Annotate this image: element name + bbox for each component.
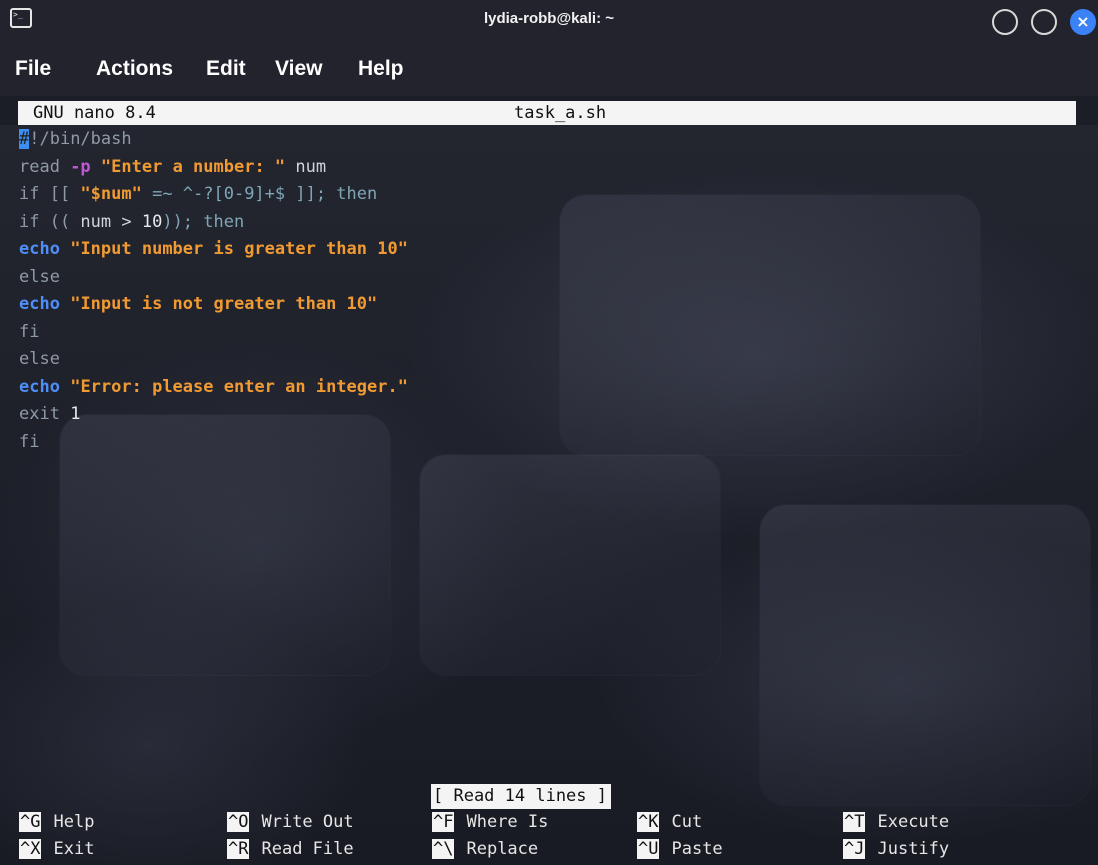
code-token: )); then <box>162 211 245 232</box>
shortcut-label: Justify <box>877 839 950 859</box>
shortcut-key: ^J <box>843 839 866 859</box>
code-token: num <box>285 156 327 177</box>
code-line: else <box>19 346 408 374</box>
shortcut-key: ^O <box>227 812 250 832</box>
code-token: "Enter a number: " <box>100 156 286 177</box>
menu-edit[interactable]: Edit <box>206 57 246 81</box>
menu-file[interactable]: File <box>15 57 51 81</box>
code-line: else <box>19 264 408 292</box>
nano-header-bar: GNU nano 8.4 task_a.sh <box>18 101 1076 125</box>
shortcut-label: Paste <box>671 839 723 859</box>
shortcut-justify[interactable]: ^J Justify <box>843 837 949 862</box>
code-line: echo "Input number is greater than 10" <box>19 236 408 264</box>
code-token: fi <box>19 431 40 452</box>
shortcut-key: ^T <box>843 812 866 832</box>
shortcut-key: ^R <box>227 839 250 859</box>
code-token: else <box>19 266 60 287</box>
editor-text-area[interactable]: #!/bin/bash read -p "Enter a number: " nu… <box>19 126 408 456</box>
maximize-button[interactable] <box>1031 9 1057 35</box>
shortcut-label: Help <box>53 812 95 832</box>
code-line: echo "Error: please enter an integer." <box>19 374 408 402</box>
shortcut-label: Replace <box>466 839 539 859</box>
code-line: echo "Input is not greater than 10" <box>19 291 408 319</box>
code-token: 1 <box>70 404 81 424</box>
shortcut-label: Read File <box>261 839 354 859</box>
code-line: fi <box>19 429 408 457</box>
shortcut-key: ^G <box>19 812 42 832</box>
wallpaper-key-shape <box>420 455 720 675</box>
code-token: read <box>19 156 71 177</box>
shortcut-label: Write Out <box>261 812 354 832</box>
code-token: !/bin/bash <box>29 129 132 149</box>
shortcut-paste[interactable]: ^U Paste <box>637 837 723 862</box>
shortcut-label: Where Is <box>466 812 549 832</box>
shortcut-key: ^X <box>19 839 42 859</box>
shortcut-write-out[interactable]: ^O Write Out <box>227 810 354 835</box>
minimize-button[interactable] <box>992 9 1018 35</box>
menu-bar: File Actions Edit View Help <box>0 50 1098 96</box>
code-token: if (( <box>19 211 81 232</box>
shortcut-key: ^K <box>637 812 660 832</box>
shortcut-label: Cut <box>671 812 703 832</box>
code-token: exit <box>19 404 71 424</box>
code-token: "$num" <box>80 184 142 204</box>
code-line: read -p "Enter a number: " num <box>19 154 408 182</box>
file-name: task_a.sh <box>514 103 607 123</box>
window-titlebar[interactable]: >_ lydia-robb@kali: ~ × <box>0 0 1098 50</box>
code-token: "Error: please enter an integer." <box>70 376 408 397</box>
code-token: if [[ <box>19 184 81 204</box>
code-token: =~ ^-?[0-9]+$ ]]; then <box>141 184 378 204</box>
code-token: echo <box>19 294 60 314</box>
window-title: lydia-robb@kali: ~ <box>483 10 615 27</box>
code-line: if (( num > 10)); then <box>19 209 408 237</box>
shortcut-help[interactable]: ^G Help <box>19 810 94 835</box>
code-token: "Input is not greater than 10" <box>70 294 378 314</box>
code-token: 10 <box>141 211 163 232</box>
shortcut-key: ^U <box>637 839 660 859</box>
code-token: -p <box>70 156 91 177</box>
wallpaper-key-shape <box>760 505 1090 805</box>
menu-help[interactable]: Help <box>358 57 404 81</box>
nano-version: GNU nano 8.4 <box>33 103 156 123</box>
shortcut-execute[interactable]: ^T Execute <box>843 810 949 835</box>
code-token: "Input number is greater than 10" <box>70 239 408 259</box>
shortcut-key: ^\ <box>432 839 455 859</box>
code-line: #!/bin/bash <box>19 126 408 154</box>
code-line: exit 1 <box>19 401 408 429</box>
code-line: fi <box>19 319 408 347</box>
close-icon: × <box>1076 12 1090 31</box>
wallpaper-key-shape <box>560 195 980 455</box>
code-token: fi <box>19 321 40 342</box>
shortcut-cut[interactable]: ^K Cut <box>637 810 702 835</box>
menu-view[interactable]: View <box>275 57 322 81</box>
code-line: if [[ "$num" =~ ^-?[0-9]+$ ]]; then <box>19 181 408 209</box>
text-cursor: # <box>19 129 30 149</box>
shortcut-label: Execute <box>877 812 950 832</box>
menu-actions[interactable]: Actions <box>96 57 173 81</box>
shortcut-read-file[interactable]: ^R Read File <box>227 837 354 862</box>
shortcut-where-is[interactable]: ^F Where Is <box>432 810 548 835</box>
shortcut-replace[interactable]: ^\ Replace <box>432 837 538 862</box>
close-button[interactable]: × <box>1070 9 1096 35</box>
shortcut-label: Exit <box>53 839 95 859</box>
code-token: num > <box>80 211 142 232</box>
code-token: echo <box>19 376 60 397</box>
shortcut-key: ^F <box>432 812 455 832</box>
status-message: [ Read 14 lines ] <box>431 784 611 809</box>
code-token: else <box>19 349 60 369</box>
shortcut-exit[interactable]: ^X Exit <box>19 837 94 862</box>
code-token: echo <box>19 239 60 259</box>
